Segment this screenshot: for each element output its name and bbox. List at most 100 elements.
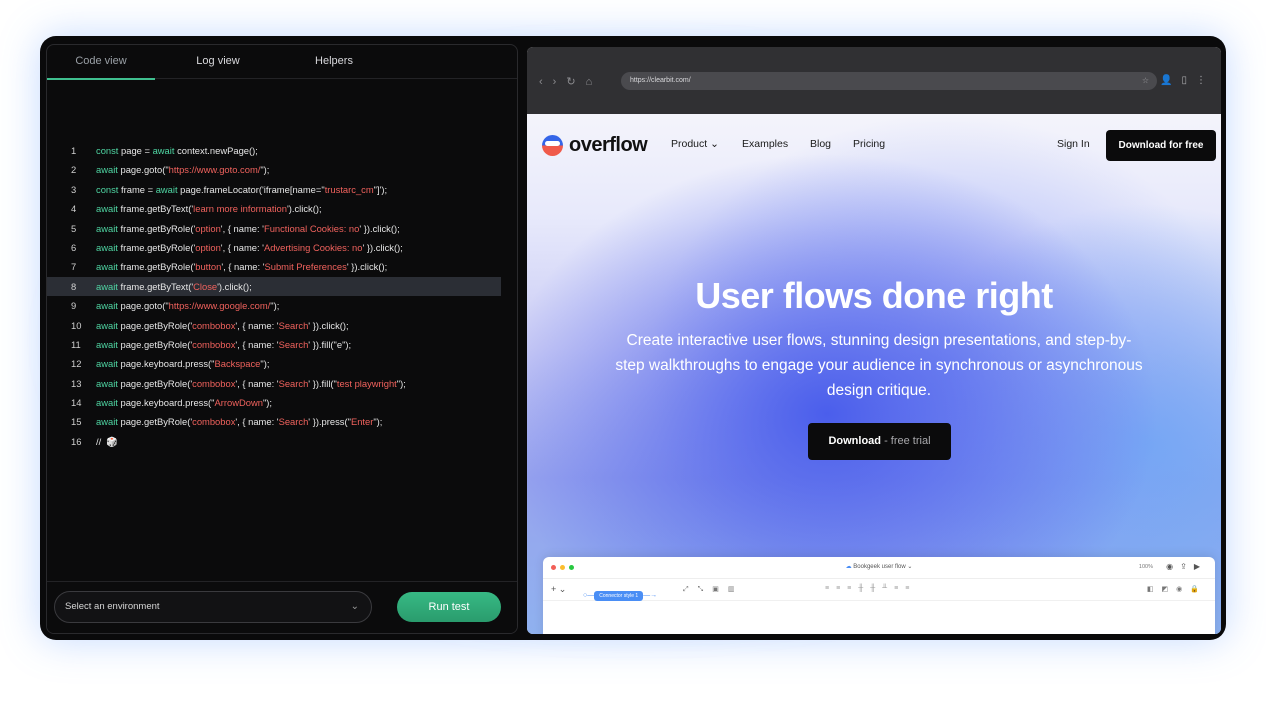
toolbar-icons-2: ◧◩◉🔒 (1146, 586, 1207, 593)
code-text: await page.keyboard.press("ArrowDown"); (96, 397, 273, 409)
url-bar[interactable]: https://clearbit.com/ ☆ (621, 72, 1157, 90)
tab-helpers[interactable]: Helpers (281, 45, 387, 79)
code-text: const frame = await page.frameLocator('i… (96, 183, 388, 195)
app-title-text: Bookgeek user flow (853, 564, 906, 570)
toolbar-align-icons: ≡≡≡╫╫╨≡≡ (825, 585, 917, 592)
code-text: await page.goto("https://www.google.com/… (96, 300, 280, 312)
code-line[interactable]: 6 await frame.getByRole('option', { name:… (47, 238, 517, 257)
site-logo[interactable]: overflow (542, 133, 648, 156)
environment-select[interactable]: Select an environment ⌄ (54, 591, 372, 623)
line-number: 11 (71, 338, 81, 350)
site-navbar: overflow Product ⌄ Examples Blog Pricing… (527, 114, 1221, 176)
code-line[interactable]: 11 await page.getByRole('combobox', { nam… (47, 335, 517, 354)
line-number: 7 (71, 261, 77, 273)
app-screenshot: ☁ Bookgeek user flow ⌄ 100% ◉⇪▶ + ⌄ ○— Co… (543, 557, 1215, 634)
app-title: ☁ Bookgeek user flow ⌄ (543, 563, 1215, 570)
sign-in-link[interactable]: Sign In (1057, 138, 1090, 150)
browser-chrome: ‹›↻⌂ https://clearbit.com/ ☆ 👤▯⋮ (527, 47, 1221, 114)
nav-product[interactable]: Product ⌄ (671, 138, 719, 150)
environment-select-label: Select an environment (65, 601, 160, 612)
line-number: 13 (71, 377, 82, 389)
app-window: Code view Log view Helpers 1 const page =… (40, 36, 1226, 640)
code-line[interactable]: 2 await page.goto("https://www.goto.com/"… (47, 160, 517, 179)
nav-examples[interactable]: Examples (742, 138, 788, 150)
code-text: await page.getByRole('combobox', { name:… (96, 319, 349, 331)
browser-toolbar-icons[interactable]: 👤▯⋮ (1160, 75, 1215, 86)
code-line[interactable]: 7 await frame.getByRole('button', { name:… (47, 257, 517, 276)
browser-nav-icons[interactable]: ‹›↻⌂ (539, 75, 602, 88)
connector-style-label: Connector style 1 (594, 591, 644, 601)
zoom-level: 100% (1138, 564, 1153, 570)
nav-blog[interactable]: Blog (810, 138, 831, 150)
line-number: 16 (71, 435, 82, 447)
connector-line-icon: ○— (583, 592, 595, 599)
line-number: 14 (71, 397, 82, 409)
browser-preview: ‹›↻⌂ https://clearbit.com/ ☆ 👤▯⋮ overflo… (527, 47, 1221, 634)
code-line[interactable]: 10 await page.getByRole('combobox', { nam… (47, 316, 517, 335)
line-number: 1 (71, 145, 77, 156)
nav-pricing[interactable]: Pricing (853, 138, 885, 150)
line-number: 12 (71, 358, 82, 370)
arrow-icon: —→ (643, 592, 658, 599)
line-number: 10 (71, 319, 82, 331)
code-line[interactable]: 13 await page.getByRole('combobox', { nam… (47, 374, 517, 393)
star-icon[interactable]: ☆ (1142, 72, 1149, 90)
code-line[interactable]: 9 await page.goto("https://www.google.com… (47, 296, 517, 315)
download-label: Download (828, 435, 882, 447)
toolbar-icons-1: ⤢⤡▣▥ (683, 586, 744, 593)
line-number: 8 (71, 280, 77, 292)
code-text: await frame.getByRole('option', { name: … (96, 241, 403, 253)
code-text: await page.getByRole('combobox', { name:… (96, 416, 383, 428)
url-text: https://clearbit.com/ (630, 77, 691, 84)
plus-icon: + ⌄ (551, 584, 567, 594)
code-line[interactable]: 3 const frame = await page.frameLocator('… (47, 180, 517, 199)
code-text: await frame.getByText('Close').click(); (96, 280, 252, 292)
code-text: await page.keyboard.press("Backspace"); (96, 358, 270, 370)
code-text: await frame.getByRole('option', { name: … (96, 222, 400, 234)
code-text: // 🎲 (96, 435, 119, 447)
code-text: await frame.getByRole('button', { name: … (96, 261, 388, 273)
hero-title: User flows done right (695, 275, 1053, 316)
code-text: const page = await context.newPage(); (96, 145, 258, 156)
bottom-bar: Select an environment ⌄ Run test (47, 581, 517, 633)
chevron-down-icon: ⌄ (350, 601, 359, 612)
download-trial-button[interactable]: Download - free trial (808, 423, 951, 460)
app-toolbar: + ⌄ ○— Connector style 1 —→ ⤢⤡▣▥ ≡≡≡╫╫╨≡≡ … (543, 579, 1215, 601)
code-line[interactable]: 5 await frame.getByRole('option', { name:… (47, 219, 517, 238)
code-editor[interactable]: 1 const page = await context.newPage(); 2 a… (47, 141, 517, 451)
download-for-free-button[interactable]: Download for free (1106, 130, 1216, 161)
nav-product-label: Product (671, 138, 708, 150)
code-line[interactable]: 16 // 🎲 (47, 432, 517, 451)
line-number: 4 (71, 203, 77, 215)
code-line[interactable]: 8 await frame.getByText('Close').click(); (47, 276, 501, 297)
tab-log-view[interactable]: Log view (155, 45, 281, 79)
code-panel: Code view Log view Helpers 1 const page =… (46, 44, 518, 634)
connector-style: ○— Connector style 1 —→ (579, 584, 661, 601)
tab-code-view[interactable]: Code view (47, 45, 155, 80)
code-line[interactable]: 4 await frame.getByText('learn more infor… (47, 199, 517, 218)
code-line[interactable]: 12 await page.keyboard.press("Backspace")… (47, 354, 517, 373)
chevron-down-icon: ⌄ (905, 564, 913, 570)
hero-subtitle: Create interactive user flows, stunning … (615, 332, 1143, 399)
line-number: 15 (71, 416, 82, 428)
code-line[interactable]: 1 const page = await context.newPage(); (47, 141, 517, 160)
run-test-button[interactable]: Run test (397, 592, 501, 622)
line-number: 6 (71, 241, 77, 253)
code-text: await page.getByRole('combobox', { name:… (96, 377, 406, 389)
code-text: await page.getByRole('combobox', { name:… (96, 338, 352, 350)
app-titlebar: ☁ Bookgeek user flow ⌄ 100% ◉⇪▶ (543, 557, 1215, 579)
code-text: await page.goto("https://www.goto.com/")… (96, 164, 270, 176)
code-line[interactable]: 15 await page.getByRole('combobox', { nam… (47, 412, 517, 431)
line-number: 9 (71, 300, 77, 312)
free-trial-label: - free trial (881, 435, 931, 447)
line-number: 5 (71, 222, 77, 234)
logo-text: overflow (569, 133, 648, 156)
code-line[interactable]: 14 await page.keyboard.press("ArrowDown")… (47, 393, 517, 412)
app-header-icons: ◉⇪▶ (1166, 562, 1207, 571)
tab-bar: Code view Log view Helpers (47, 45, 517, 80)
line-number: 2 (71, 164, 77, 176)
line-number: 3 (71, 183, 77, 195)
logo-icon (542, 134, 563, 156)
code-text: await frame.getByText('learn more inform… (96, 203, 322, 215)
chevron-down-icon: ⌄ (710, 138, 719, 150)
